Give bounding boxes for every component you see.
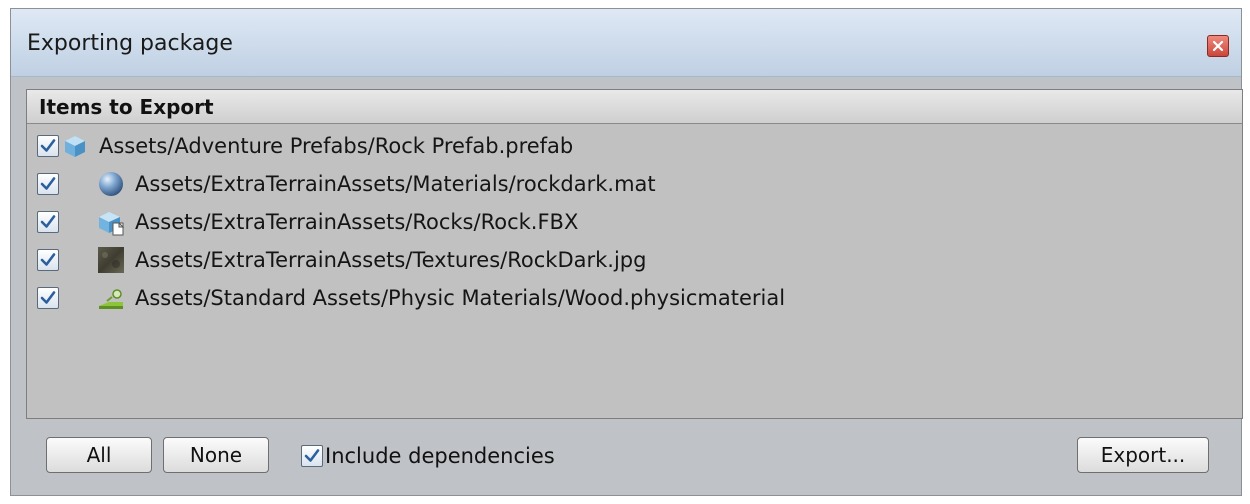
close-button[interactable] (1207, 35, 1229, 57)
list-header: Items to Export (27, 90, 1242, 124)
item-path: Assets/ExtraTerrainAssets/Materials/rock… (135, 172, 656, 196)
include-dependencies-label: Include dependencies (325, 444, 555, 468)
include-dependencies-toggle[interactable]: Include dependencies (301, 441, 555, 471)
list-item: Assets/ExtraTerrainAssets/Materials/rock… (37, 166, 656, 202)
item-checkbox[interactable] (37, 211, 59, 233)
include-dependencies-checkbox[interactable] (301, 445, 323, 467)
item-path: Assets/Adventure Prefabs/Rock Prefab.pre… (99, 134, 574, 158)
select-none-button[interactable]: None (163, 437, 269, 473)
checkmark-icon (40, 139, 56, 152)
model-mesh-icon (97, 208, 125, 236)
item-checkbox[interactable] (37, 287, 59, 309)
physic-material-icon (97, 284, 125, 312)
checkmark-icon (40, 177, 56, 190)
window-title: Exporting package (27, 31, 233, 56)
checkmark-icon (304, 449, 320, 462)
list-item: Assets/Adventure Prefabs/Rock Prefab.pre… (37, 128, 573, 164)
items-list-panel: Items to Export Assets/Adventure Prefabs… (26, 89, 1243, 419)
close-icon (1212, 40, 1224, 52)
list-item: Assets/ExtraTerrainAssets/Rocks/Rock.FBX (37, 204, 578, 240)
checkmark-icon (40, 291, 56, 304)
select-all-button[interactable]: All (46, 437, 152, 473)
checkmark-icon (40, 253, 56, 266)
item-path: Assets/Standard Assets/Physic Materials/… (135, 286, 786, 310)
material-sphere-icon (97, 170, 125, 198)
texture-thumbnail-icon (97, 246, 125, 274)
item-path: Assets/ExtraTerrainAssets/Rocks/Rock.FBX (135, 210, 579, 234)
item-checkbox[interactable] (37, 249, 59, 271)
title-bar[interactable]: Exporting package (11, 9, 1241, 77)
list-item: Assets/ExtraTerrainAssets/Textures/RockD… (37, 242, 646, 278)
export-button[interactable]: Export... (1077, 437, 1209, 473)
export-package-window: Exporting package Items to Export Assets… (10, 8, 1243, 496)
list-item: Assets/Standard Assets/Physic Materials/… (37, 280, 785, 316)
item-checkbox[interactable] (37, 173, 59, 195)
prefab-cube-icon (61, 132, 89, 160)
item-path: Assets/ExtraTerrainAssets/Textures/RockD… (135, 248, 647, 272)
checkmark-icon (40, 215, 56, 228)
item-checkbox[interactable] (37, 135, 59, 157)
